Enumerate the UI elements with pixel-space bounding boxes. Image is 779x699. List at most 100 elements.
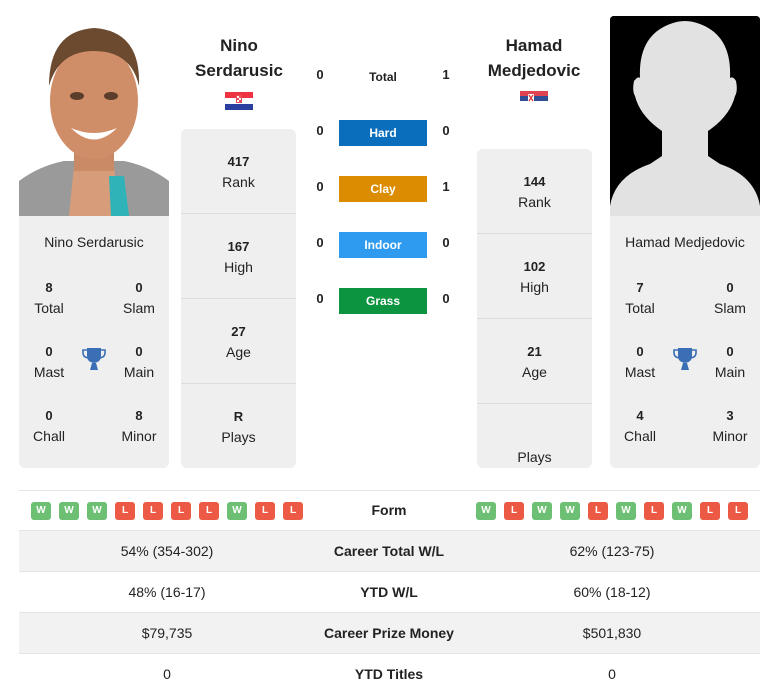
surface-label: Indoor: [364, 238, 402, 252]
form-badge: W: [227, 502, 247, 520]
h2h-total-right: 1: [442, 67, 450, 82]
player-photo-left: [19, 16, 169, 216]
h2h-grass-left: 0: [316, 291, 324, 306]
stats-row-ytd-wl: 48% (16-17) YTD W/L 60% (18-12): [19, 571, 760, 612]
divider: [181, 213, 296, 214]
form-badge: L: [255, 502, 275, 520]
form-badges-right: W L W W L W L W L L: [476, 502, 748, 520]
form-badge: L: [728, 502, 748, 520]
form-badge: L: [283, 502, 303, 520]
career-high-rank: 167 High: [224, 239, 253, 275]
career-high-rank: 102 High: [520, 259, 549, 295]
form-badge: W: [672, 502, 692, 520]
divider: [181, 298, 296, 299]
stat-left-value: 54% (354-302): [120, 543, 214, 559]
titles-total: 7 Total: [625, 280, 655, 316]
form-badge: L: [504, 502, 524, 520]
trophy-icon: [82, 348, 106, 370]
stat-right-value: 0: [608, 666, 616, 682]
form-badges-left: W W W L L L L W L L: [31, 502, 303, 520]
form-badge: L: [700, 502, 720, 520]
player-photo-right: [610, 16, 760, 216]
player-full-name: Nino Serdarusic: [44, 234, 144, 250]
player-age: 27 Age: [226, 324, 251, 360]
player-last-name: Medjedovic: [487, 61, 581, 80]
titles-challenger: 4 Chall: [624, 408, 656, 444]
h2h-hard-right: 0: [442, 123, 450, 138]
h2h-indoor-left: 0: [316, 235, 324, 250]
h2h-hard-left: 0: [316, 123, 324, 138]
titles-total: 8 Total: [34, 280, 64, 316]
h2h-clay-left: 0: [316, 179, 324, 194]
titles-masters: 0 Mast: [33, 344, 65, 380]
player-face-icon: [19, 16, 169, 216]
form-badge: L: [171, 502, 191, 520]
form-badge: W: [87, 502, 107, 520]
form-badge: L: [143, 502, 163, 520]
h2h-grass-right: 0: [442, 291, 450, 306]
stat-label: Career Prize Money: [324, 625, 454, 641]
current-rank: 144 Rank: [518, 174, 551, 210]
surface-label: Hard: [369, 126, 397, 140]
surface-label: Grass: [365, 294, 401, 308]
form-badge: W: [476, 502, 496, 520]
form-row: W W W L L L L W L L Form W L W W L W L W…: [19, 490, 760, 530]
stat-label: YTD W/L: [360, 584, 418, 600]
silhouette-icon: [610, 16, 760, 216]
stat-left-value: 0: [163, 666, 171, 682]
divider: [477, 233, 592, 234]
player-name-right[interactable]: Hamad Medjedovic: [475, 33, 593, 83]
form-badge: W: [31, 502, 51, 520]
stat-label: YTD Titles: [354, 666, 424, 682]
player-name-left[interactable]: Nino Serdarusic: [180, 33, 298, 83]
ranking-card-left: 417 Rank 167 High 27 Age R Plays: [181, 129, 296, 468]
current-rank: 417 Rank: [222, 154, 255, 190]
titles-slam: 0 Slam: [714, 280, 746, 316]
player-plays: Plays: [517, 449, 552, 465]
stat-label: Career Total W/L: [333, 543, 445, 559]
titles-card-right: Hamad Medjedovic 7 Total 0 Slam 0 Mast 0…: [610, 216, 760, 468]
divider: [477, 403, 592, 404]
form-badge: L: [588, 502, 608, 520]
stat-right-value: $501,830: [582, 625, 642, 641]
croatia-flag-icon: [225, 92, 253, 110]
h2h-total-label: Total: [369, 70, 397, 84]
h2h-clay-right: 1: [442, 179, 450, 194]
player-last-name: Serdarusic: [195, 61, 283, 80]
stats-row-prize-money: $79,735 Career Prize Money $501,830: [19, 612, 760, 653]
stats-row-career-wl: 54% (354-302) Career Total W/L 62% (123-…: [19, 530, 760, 571]
form-badge: L: [199, 502, 219, 520]
titles-slam: 0 Slam: [123, 280, 155, 316]
form-badge: W: [532, 502, 552, 520]
surface-hard-button[interactable]: Hard: [339, 120, 427, 146]
divider: [181, 383, 296, 384]
form-badge: W: [616, 502, 636, 520]
stat-left-value: $79,735: [141, 625, 193, 641]
player-full-name: Hamad Medjedovic: [625, 234, 745, 250]
player-first-name: Hamad: [505, 36, 563, 55]
stats-row-ytd-titles: 0 YTD Titles 0: [19, 653, 760, 694]
titles-minor: 3 Minor: [712, 408, 748, 444]
form-badge: W: [59, 502, 79, 520]
titles-challenger: 0 Chall: [33, 408, 65, 444]
surface-indoor-button[interactable]: Indoor: [339, 232, 427, 258]
surface-grass-button[interactable]: Grass: [339, 288, 427, 314]
stat-right-value: 60% (18-12): [573, 584, 651, 600]
form-badge: L: [644, 502, 664, 520]
titles-minor: 8 Minor: [121, 408, 157, 444]
titles-card-left: Nino Serdarusic 8 Total 0 Slam 0 Mast 0 …: [19, 216, 169, 468]
surface-label: Clay: [370, 182, 396, 196]
form-badge: L: [115, 502, 135, 520]
h2h-total-left: 0: [316, 67, 324, 82]
titles-masters: 0 Mast: [624, 344, 656, 380]
titles-main: 0 Main: [123, 344, 155, 380]
h2h-indoor-right: 0: [442, 235, 450, 250]
player-first-name: Nino: [220, 36, 258, 55]
trophy-icon: [673, 348, 697, 370]
form-badge: W: [560, 502, 580, 520]
stat-left-value: 48% (16-17): [128, 584, 206, 600]
titles-main: 0 Main: [714, 344, 746, 380]
divider: [477, 318, 592, 319]
surface-clay-button[interactable]: Clay: [339, 176, 427, 202]
player-plays: R Plays: [221, 409, 256, 445]
